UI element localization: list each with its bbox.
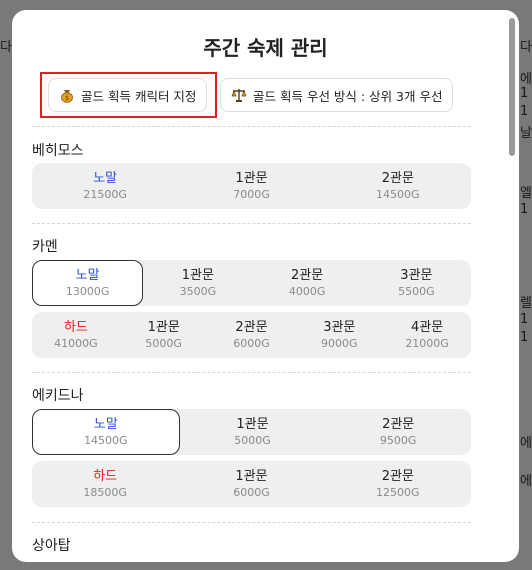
raid-row: 노말 21500G 1관문 7000G 2관문 14500G xyxy=(32,163,471,209)
gate-1-button[interactable]: 1관문 7000G xyxy=(178,163,324,209)
difficulty-normal-button[interactable]: 노말 21500G xyxy=(32,163,178,209)
gate-1-button[interactable]: 1관문 5000G xyxy=(180,409,326,455)
weekly-homework-modal: 주간 숙제 관리 $ 골드 획득 캐릭터 지정 골드 획득 우선 방식 : 상위… xyxy=(12,10,519,562)
gate-3-button[interactable]: 3관문 5500G xyxy=(362,260,471,306)
gate-label: 2관문 xyxy=(381,468,414,484)
raid-title-kamen: 카멘 xyxy=(32,239,58,255)
gold-amount: 14500G xyxy=(376,187,420,201)
gold-amount: 21500G xyxy=(83,187,127,201)
difficulty-hard-button[interactable]: 하드 41000G xyxy=(32,312,120,358)
svg-text:$: $ xyxy=(65,95,69,102)
modal-title: 주간 숙제 관리 xyxy=(203,36,328,60)
raid-row: 하드 41000G 1관문 5000G 2관문 6000G 3관문 9000G … xyxy=(32,312,471,358)
difficulty-label: 하드 xyxy=(93,468,118,484)
gold-character-button[interactable]: $ 골드 획득 캐릭터 지정 xyxy=(48,78,208,112)
divider xyxy=(32,522,471,523)
gate-1-button[interactable]: 1관문 5000G xyxy=(120,312,208,358)
chip-label: 골드 획득 캐릭터 지정 xyxy=(81,88,197,104)
difficulty-label: 노말 xyxy=(93,416,118,432)
raid-title-behemoth: 베히모스 xyxy=(32,143,84,159)
gate-label: 2관문 xyxy=(235,319,268,335)
gold-bag-icon: $ xyxy=(59,87,75,103)
gold-amount: 41000G xyxy=(54,336,98,350)
gold-amount: 18500G xyxy=(83,485,127,499)
difficulty-normal-button[interactable]: 노말 14500G xyxy=(32,409,180,455)
gate-1-button[interactable]: 1관문 3500G xyxy=(143,260,252,306)
difficulty-label: 하드 xyxy=(63,319,88,335)
scale-icon xyxy=(231,87,247,103)
gate-label: 1관문 xyxy=(235,468,268,484)
gate-1-button[interactable]: 1관문 6000G xyxy=(178,461,324,507)
gate-2-button[interactable]: 2관문 4000G xyxy=(253,260,362,306)
gold-amount: 21000G xyxy=(405,336,449,350)
gold-amount: 14500G xyxy=(84,433,128,447)
gate-label: 3관문 xyxy=(323,319,356,335)
gold-amount: 5500G xyxy=(398,284,435,298)
divider xyxy=(32,372,471,373)
gold-amount: 9500G xyxy=(379,433,417,447)
gold-amount: 6000G xyxy=(233,485,270,499)
gate-label: 1관문 xyxy=(236,416,269,432)
difficulty-label: 노말 xyxy=(75,267,100,283)
difficulty-normal-button[interactable]: 노말 13000G xyxy=(32,260,144,306)
difficulty-label: 노말 xyxy=(93,170,118,186)
gold-amount: 3500G xyxy=(179,284,217,298)
raid-title-echidna: 에키드나 xyxy=(32,388,84,404)
raid-row: 노말 13000G 1관문 3500G 2관문 4000G 3관문 5500G xyxy=(32,260,471,306)
gate-label: 2관문 xyxy=(382,416,415,432)
gold-amount: 6000G xyxy=(233,336,270,350)
gold-amount: 5000G xyxy=(234,433,271,447)
gold-amount: 9000G xyxy=(321,336,358,350)
scrollbar[interactable] xyxy=(509,18,515,156)
gold-amount: 5000G xyxy=(145,336,182,350)
gate-label: 2관문 xyxy=(381,170,414,186)
gold-amount: 12500G xyxy=(376,485,420,499)
gate-3-button[interactable]: 3관문 9000G xyxy=(295,312,383,358)
gate-2-button[interactable]: 2관문 12500G xyxy=(325,461,471,507)
divider xyxy=(32,223,471,224)
raid-row: 하드 18500G 1관문 6000G 2관문 12500G xyxy=(32,461,471,507)
gate-2-button[interactable]: 2관문 14500G xyxy=(325,163,471,209)
divider xyxy=(32,126,471,127)
raid-title-ivory-tower: 상아탑 xyxy=(32,538,71,554)
gate-label: 2관문 xyxy=(291,267,324,283)
difficulty-hard-button[interactable]: 하드 18500G xyxy=(32,461,178,507)
gold-amount: 4000G xyxy=(288,284,326,298)
gold-priority-button[interactable]: 골드 획득 우선 방식 : 상위 3개 우선 xyxy=(220,78,454,112)
gate-4-button[interactable]: 4관문 21000G xyxy=(383,312,471,358)
raid-row: 노말 14500G 1관문 5000G 2관문 9500G xyxy=(32,409,471,455)
gate-label: 1관문 xyxy=(235,170,268,186)
gate-2-button[interactable]: 2관문 6000G xyxy=(208,312,296,358)
gate-2-button[interactable]: 2관문 9500G xyxy=(325,409,471,455)
gold-amount: 13000G xyxy=(65,284,110,298)
gate-label: 4관문 xyxy=(410,319,444,335)
chip-label: 골드 획득 우선 방식 : 상위 3개 우선 xyxy=(253,88,443,104)
gate-label: 1관문 xyxy=(147,319,180,335)
gate-label: 3관문 xyxy=(400,267,433,283)
gate-label: 1관문 xyxy=(181,267,214,283)
gold-amount: 7000G xyxy=(233,187,270,201)
